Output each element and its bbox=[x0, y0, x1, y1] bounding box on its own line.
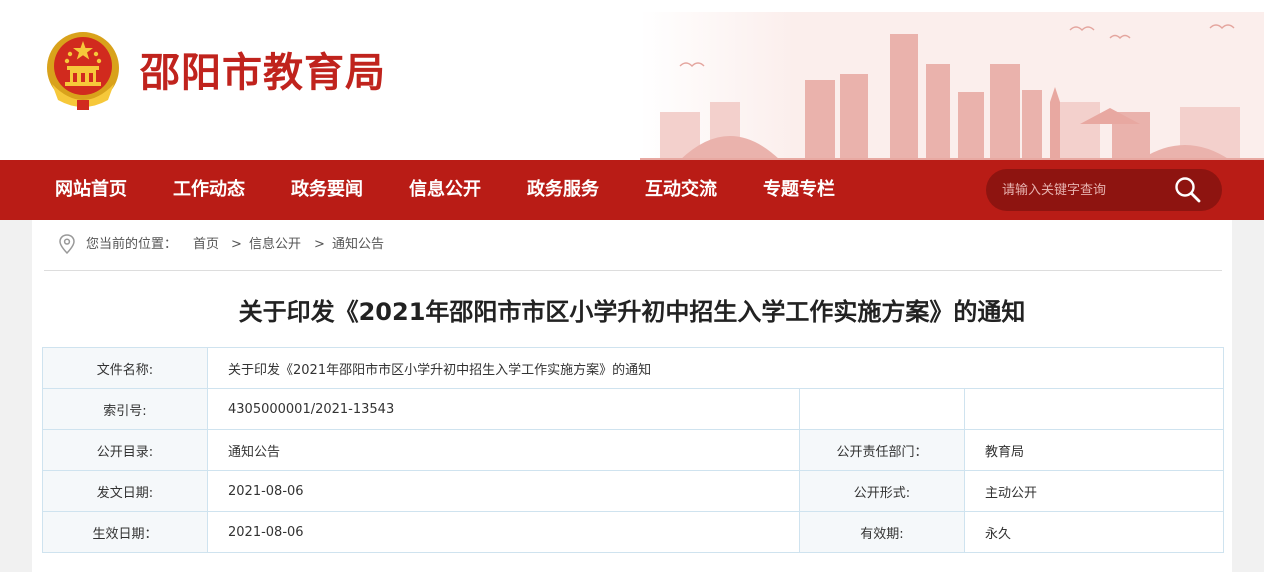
breadcrumb-separator: > bbox=[231, 237, 242, 252]
content-panel: 您当前的位置： 首页 > 信息公开 > 通知公告 关于印发《2021年邵阳市市区… bbox=[32, 220, 1232, 572]
table-row: 索引号: 4305000001/2021-13543 bbox=[42, 388, 1224, 430]
breadcrumb-separator: > bbox=[314, 237, 325, 252]
index-number-value: 4305000001/2021-13543 bbox=[207, 388, 800, 430]
article-title: 关于印发《2021年邵阳市市区小学升初中招生入学工作实施方案》的通知 bbox=[238, 298, 1026, 326]
table-row: 公开目录: 通知公告 公开责任部门： 教育局 bbox=[42, 429, 1224, 471]
city-skyline-banner bbox=[640, 12, 1264, 160]
table-row: 生效日期： 2021-08-06 有效期: 永久 bbox=[42, 511, 1224, 553]
file-name-value: 关于印发《2021年邵阳市市区小学升初中招生入学工作实施方案》的通知 bbox=[207, 347, 1224, 389]
breadcrumb-info-disclosure[interactable]: 信息公开 bbox=[249, 236, 301, 254]
file-name-label: 文件名称: bbox=[42, 347, 208, 389]
location-pin-icon bbox=[59, 234, 75, 254]
responsible-department-value: 教育局 bbox=[964, 429, 1224, 471]
nav-item-special-topics[interactable]: 专题专栏 bbox=[763, 160, 835, 220]
national-emblem-icon bbox=[47, 32, 119, 110]
issue-date-value: 2021-08-06 bbox=[207, 470, 800, 512]
breadcrumb-home[interactable]: 首页 bbox=[193, 236, 219, 254]
nav-item-home[interactable]: 网站首页 bbox=[55, 160, 127, 220]
nav-item-info-disclosure[interactable]: 信息公开 bbox=[409, 160, 481, 220]
validity-period-label: 有效期: bbox=[799, 511, 965, 553]
table-row: 发文日期: 2021-08-06 公开形式: 主动公开 bbox=[42, 470, 1224, 512]
disclosure-form-value: 主动公开 bbox=[964, 470, 1224, 512]
catalog-label: 公开目录: bbox=[42, 429, 208, 471]
nav-item-work-news[interactable]: 工作动态 bbox=[173, 160, 245, 220]
index-number-label: 索引号: bbox=[42, 388, 208, 430]
search-icon[interactable] bbox=[1172, 174, 1204, 206]
table-row: 文件名称: 关于印发《2021年邵阳市市区小学升初中招生入学工作实施方案》的通知 bbox=[42, 347, 1224, 389]
empty-label-cell bbox=[799, 388, 965, 430]
breadcrumb-prefix: 您当前的位置： bbox=[86, 237, 178, 252]
validity-period-value: 永久 bbox=[964, 511, 1224, 553]
breadcrumb: 您当前的位置： 首页 > 信息公开 > 通知公告 bbox=[44, 220, 1222, 271]
nav-item-interaction[interactable]: 互动交流 bbox=[645, 160, 717, 220]
breadcrumb-notices[interactable]: 通知公告 bbox=[332, 236, 384, 254]
nav-item-government-news[interactable]: 政务要闻 bbox=[291, 160, 363, 220]
site-header: 邵阳市教育局 bbox=[0, 0, 1264, 160]
effective-date-label: 生效日期： bbox=[42, 511, 208, 553]
search-box bbox=[986, 169, 1222, 211]
nav-item-government-services[interactable]: 政务服务 bbox=[527, 160, 599, 220]
catalog-value: 通知公告 bbox=[207, 429, 800, 471]
site-title[interactable]: 邵阳市教育局 bbox=[140, 46, 386, 100]
disclosure-form-label: 公开形式: bbox=[799, 470, 965, 512]
empty-value-cell bbox=[964, 388, 1224, 430]
main-navigation: 网站首页 工作动态 政务要闻 信息公开 政务服务 互动交流 专题专栏 bbox=[0, 160, 1264, 220]
document-metadata-table: 文件名称: 关于印发《2021年邵阳市市区小学升初中招生入学工作实施方案》的通知… bbox=[42, 347, 1224, 553]
responsible-department-label: 公开责任部门： bbox=[799, 429, 965, 471]
effective-date-value: 2021-08-06 bbox=[207, 511, 800, 553]
issue-date-label: 发文日期: bbox=[42, 470, 208, 512]
search-input[interactable] bbox=[1002, 169, 1172, 211]
